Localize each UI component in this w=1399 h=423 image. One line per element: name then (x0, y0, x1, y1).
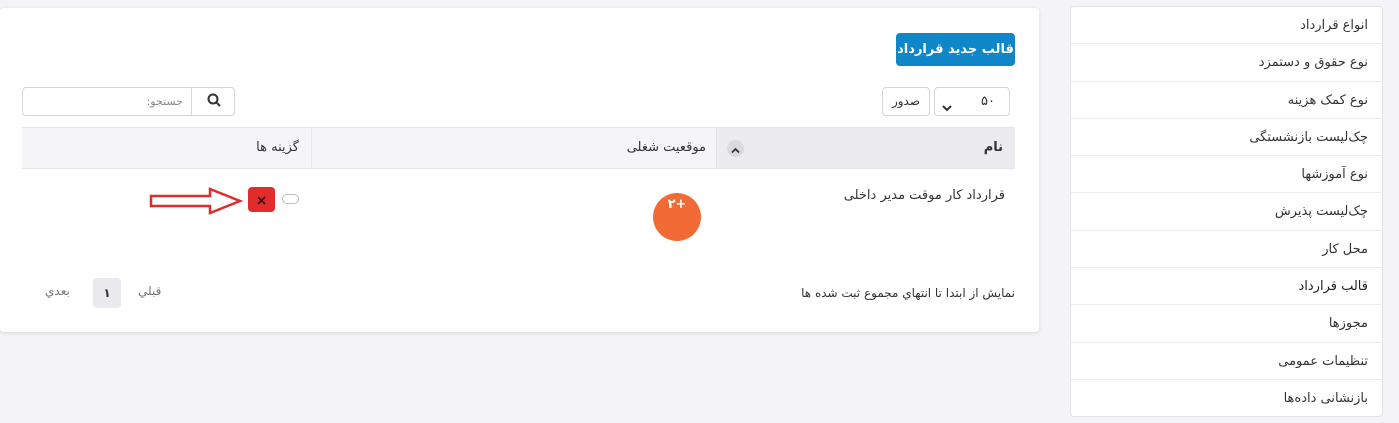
column-header-position[interactable]: موقعیت شغلی (311, 128, 717, 168)
chevron-up-icon (731, 139, 740, 158)
table-header: نام موقعیت شغلی گزینه ها (22, 127, 1015, 169)
pagination-next[interactable]: بعدي (45, 284, 70, 298)
sidebar-item-permissions[interactable]: مجوزها (1071, 305, 1382, 343)
delete-button[interactable] (248, 187, 275, 212)
sidebar-item-onboarding-checklist[interactable]: چک‌لیست پذیرش (1071, 193, 1382, 231)
sidebar-item-training-types[interactable]: نوع آموزشها (1071, 156, 1382, 194)
page-size-value: ۵۰ (981, 94, 995, 109)
counter-badge: ۲+ (653, 193, 701, 241)
status-toggle[interactable] (282, 194, 299, 204)
table-row-name-cell: قرارداد کار موقت مدیر داخلی (843, 188, 1005, 203)
chevron-down-icon (942, 97, 952, 116)
sidebar-item-allowance-types[interactable]: نوع کمک هزینه (1071, 82, 1382, 119)
search-input[interactable] (23, 88, 191, 115)
search-icon (207, 92, 221, 111)
sidebar-item-general-settings[interactable]: تنظیمات عمومی (1071, 343, 1382, 380)
pagination-previous[interactable]: قبلي (138, 284, 161, 298)
contract-templates-card: قالب جدید قرارداد ۵۰ صدور نام موقعیت شغل… (0, 8, 1039, 332)
sidebar-item-salary-types[interactable]: نوع حقوق و دستمزد (1071, 44, 1382, 82)
sort-toggle-button[interactable] (727, 140, 744, 157)
table-info-text: نمایش از ابتدا تا انتهاي مجموع ثبت شده ه… (801, 286, 1015, 300)
sidebar-item-retirement-checklist[interactable]: چک‌لیست بازنشستگی (1071, 119, 1382, 157)
annotation-arrow-icon (149, 187, 244, 215)
sidebar-item-reset-data[interactable]: بازنشانی داده‌ها (1071, 380, 1382, 417)
column-header-options: گزینه ها (256, 140, 299, 155)
search-button[interactable] (191, 88, 235, 115)
export-button[interactable]: صدور (882, 87, 930, 116)
sidebar-item-contract-types[interactable]: انواع قرارداد (1071, 7, 1382, 45)
column-header-name[interactable]: نام (717, 128, 1015, 168)
pagination-page-1[interactable]: ۱ (93, 278, 121, 308)
new-contract-template-button[interactable]: قالب جدید قرارداد (896, 33, 1015, 66)
settings-sidebar: انواع قرارداد نوع حقوق و دستمزد نوع کمک … (1070, 6, 1383, 417)
close-icon (257, 190, 266, 209)
search-box (22, 87, 235, 116)
page-size-select[interactable]: ۵۰ (934, 87, 1010, 116)
sidebar-item-workplace[interactable]: محل کار (1071, 231, 1382, 269)
sidebar-item-contract-templates[interactable]: قالب قرارداد (1071, 268, 1382, 306)
